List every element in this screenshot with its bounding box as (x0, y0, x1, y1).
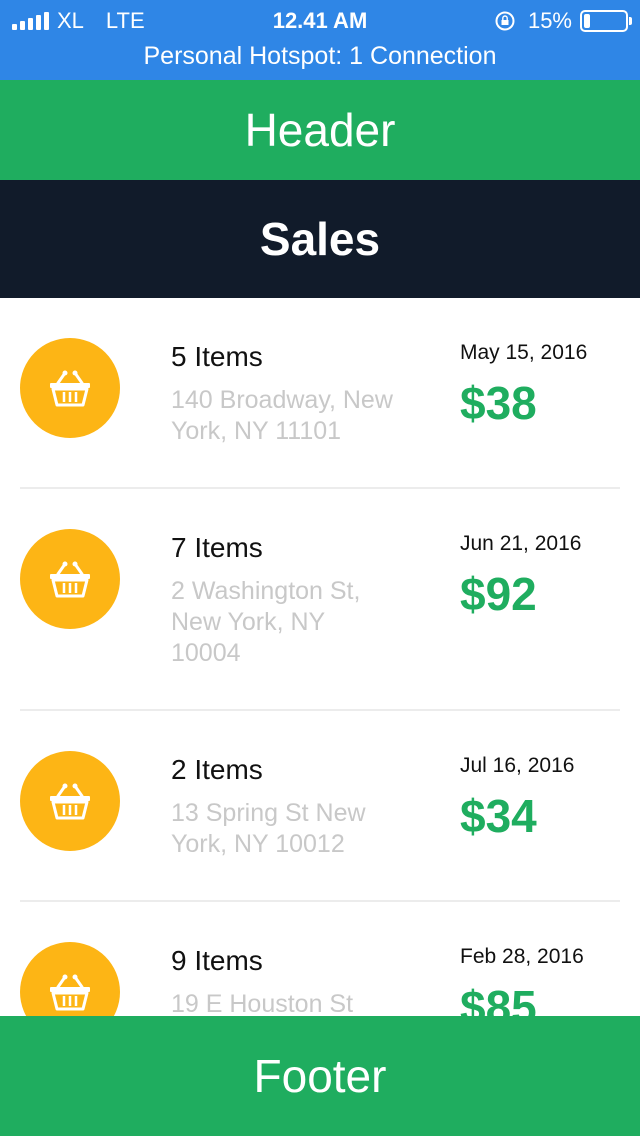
sale-amount: $92 (460, 568, 537, 620)
sales-list[interactable]: 5 Items 140 Broadway, New York, NY 11101… (0, 298, 640, 1016)
item-count: 5 Items (171, 341, 263, 372)
footer: Footer (0, 1016, 640, 1136)
header: Header (0, 80, 640, 180)
basket-avatar (20, 942, 120, 1016)
basket-icon (50, 561, 90, 598)
sale-row[interactable]: 9 Items 19 E Houston St Feb 28, 2016 $85 (20, 902, 620, 1016)
basket-icon (50, 783, 90, 820)
sale-address: 13 Spring St New York, NY 10012 (171, 799, 366, 858)
basket-icon (50, 370, 90, 407)
item-count: 9 Items (171, 945, 263, 976)
sale-amount: $34 (460, 790, 537, 842)
item-count: 7 Items (171, 532, 263, 563)
sale-row[interactable]: 7 Items 2 Washington St, New York, NY 10… (20, 489, 620, 711)
status-bar: XL LTE 12.41 AM 15% Personal Hotspot: 1 … (0, 0, 640, 80)
basket-avatar (20, 529, 120, 629)
basket-icon (50, 974, 90, 1011)
battery-icon (580, 10, 632, 32)
basket-avatar (20, 338, 120, 438)
battery-percent: 15% (527, 8, 572, 33)
sale-address: 2 Washington St, New York, NY 10004 (171, 577, 361, 667)
battery-level (584, 14, 590, 28)
page-title: Sales (0, 180, 640, 298)
hotspot-banner[interactable]: Personal Hotspot: 1 Connection (0, 42, 640, 71)
sale-address: 140 Broadway, New York, NY 11101 (171, 386, 393, 445)
sale-date: Jul 16, 2016 (460, 754, 575, 777)
rotation-lock-icon (495, 11, 515, 31)
sale-amount: $85 (460, 981, 537, 1016)
sale-date: May 15, 2016 (460, 341, 588, 364)
sale-address: 19 E Houston St (171, 990, 354, 1016)
sale-row[interactable]: 5 Items 140 Broadway, New York, NY 11101… (20, 298, 620, 489)
status-right: 15% (494, 8, 632, 34)
sale-date: Jun 21, 2016 (460, 532, 582, 555)
sale-date: Feb 28, 2016 (460, 945, 584, 968)
item-count: 2 Items (171, 754, 263, 785)
sale-amount: $38 (460, 377, 537, 429)
sale-row[interactable]: 2 Items 13 Spring St New York, NY 10012 … (20, 711, 620, 902)
basket-avatar (20, 751, 120, 851)
